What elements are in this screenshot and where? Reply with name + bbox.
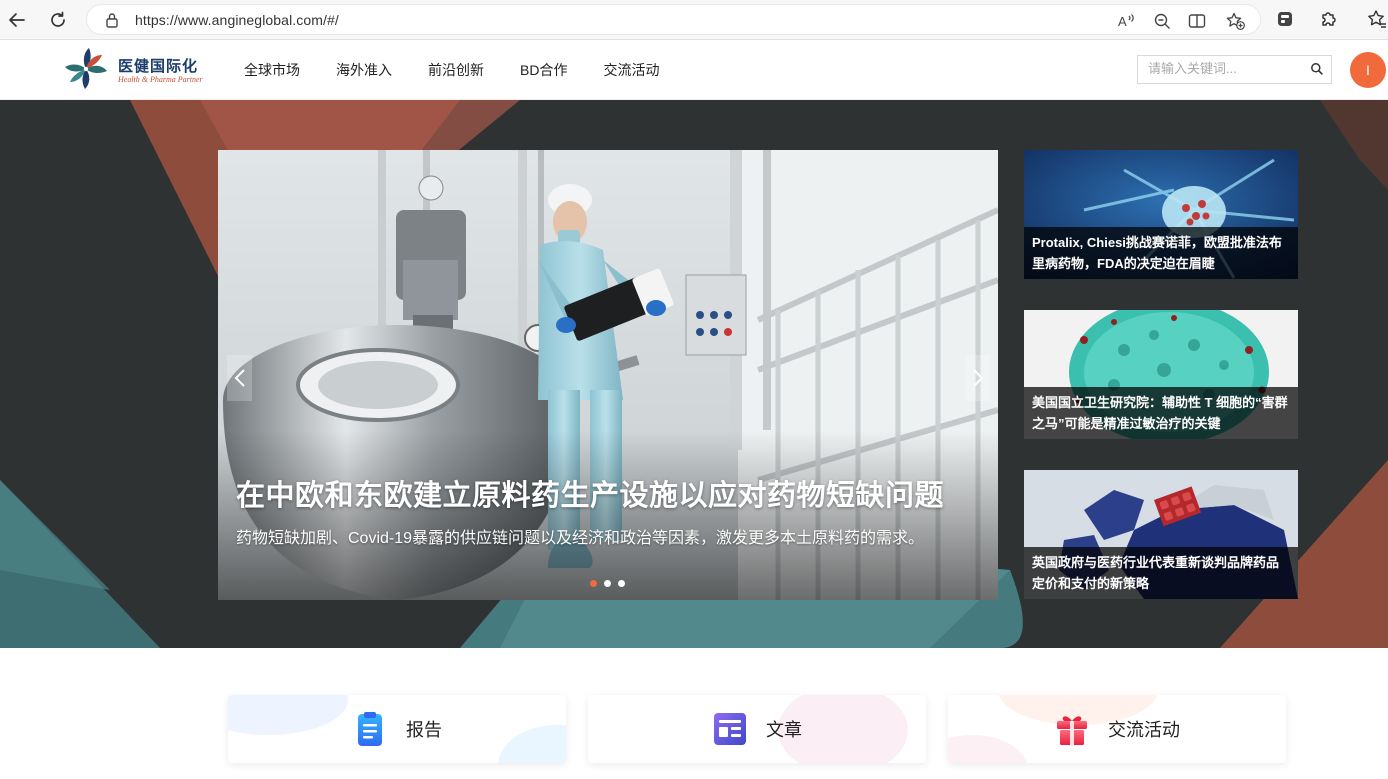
- article-icon: [714, 713, 746, 745]
- category-card-events[interactable]: 交流活动: [948, 695, 1286, 763]
- read-aloud-icon: A: [1118, 14, 1134, 29]
- chevron-right-icon: [972, 369, 983, 387]
- carousel-dots: [590, 580, 625, 587]
- lock-icon: [106, 13, 118, 28]
- collections-button[interactable]: [1274, 8, 1296, 30]
- side-news-title-3: 英国政府与医药行业代表重新谈判品牌药品定价和支付的新策略: [1024, 547, 1298, 599]
- nav-overseas-access[interactable]: 海外准入: [318, 40, 410, 100]
- favorites-star-icon: [1368, 10, 1386, 28]
- side-news-title-2: 美国国立卫生研究院：辅助性 T 细胞的“害群之马”可能是精准过敏治疗的关键: [1024, 387, 1298, 439]
- back-button[interactable]: [4, 7, 30, 33]
- search-box: [1137, 55, 1332, 84]
- hero-section: 在中欧和东欧建立原料药生产设施以应对药物短缺问题 药物短缺加剧、Covid-19…: [0, 100, 1388, 648]
- read-aloud-button[interactable]: A: [1117, 11, 1137, 31]
- site-header: 医健国际化 Health & Pharma Partner 全球市场 海外准入 …: [0, 40, 1388, 100]
- address-bar[interactable]: https://www.angineglobal.com/#/ A: [86, 4, 1261, 35]
- back-arrow-icon: [9, 13, 25, 27]
- refresh-icon: [51, 11, 65, 27]
- category-label-articles: 文章: [766, 720, 802, 740]
- slide-overlay: [218, 430, 998, 600]
- clipboard-icon: [358, 712, 382, 746]
- chevron-left-icon: [234, 369, 245, 387]
- side-news-card-3[interactable]: 英国政府与医药行业代表重新谈判品牌药品定价和支付的新策略: [1024, 470, 1298, 599]
- side-news-card-2[interactable]: 美国国立卫生研究院：辅助性 T 细胞的“害群之马”可能是精准过敏治疗的关键: [1024, 310, 1298, 439]
- pinwheel-logo-icon: [65, 48, 107, 89]
- search-icon[interactable]: [1310, 62, 1324, 76]
- category-label-reports: 报告: [406, 720, 442, 740]
- puzzle-icon: [1322, 12, 1336, 26]
- star-add-icon: [1226, 12, 1245, 30]
- side-news-title-1: Protalix, Chiesi挑战赛诺菲，欧盟批准法布里病药物，FDA的决定迫…: [1024, 227, 1298, 279]
- card-decoration: [228, 695, 348, 735]
- carousel-dot-2[interactable]: [604, 580, 611, 587]
- split-screen-icon: [1188, 14, 1206, 28]
- user-avatar[interactable]: I: [1350, 52, 1386, 88]
- slide-title[interactable]: 在中欧和东欧建立原料药生产设施以应对药物短缺问题: [236, 472, 944, 514]
- category-card-articles[interactable]: 文章: [588, 695, 926, 763]
- main-navigation: 全球市场 海外准入 前沿创新 BD合作 交流活动: [226, 40, 677, 100]
- split-screen-button[interactable]: [1187, 11, 1207, 31]
- svg-text:A: A: [1118, 14, 1127, 29]
- browser-toolbar: https://www.angineglobal.com/#/ A: [0, 0, 1388, 40]
- carousel-dot-1[interactable]: [590, 580, 597, 587]
- nav-global-market[interactable]: 全球市场: [226, 40, 318, 100]
- zoom-out-icon: [1154, 13, 1170, 29]
- nav-frontier-innovation[interactable]: 前沿创新: [410, 40, 502, 100]
- zoom-button[interactable]: [1152, 11, 1172, 31]
- search-input[interactable]: [1148, 61, 1308, 76]
- card-decoration: [498, 725, 566, 763]
- carousel-prev-button[interactable]: [227, 355, 252, 401]
- nav-bd-cooperation[interactable]: BD合作: [502, 40, 585, 100]
- extensions-button[interactable]: [1318, 8, 1340, 30]
- collections-icon: [1278, 12, 1292, 26]
- favorites-button[interactable]: [1366, 8, 1388, 30]
- nav-events[interactable]: 交流活动: [585, 40, 677, 100]
- logo-chinese-text: 医健国际化: [118, 57, 199, 75]
- category-card-reports[interactable]: 报告: [228, 695, 566, 763]
- carousel-next-button[interactable]: [965, 355, 990, 401]
- logo-english-text: Health & Pharma Partner: [118, 75, 203, 84]
- url-text: https://www.angineglobal.com/#/: [135, 12, 339, 28]
- carousel-dot-3[interactable]: [618, 580, 625, 587]
- card-decoration: [948, 735, 1028, 763]
- slide-description: 药物短缺加剧、Covid-19暴露的供应链问题以及经济和政治等因素，激发更多本土…: [236, 530, 925, 547]
- refresh-button[interactable]: [45, 7, 71, 33]
- favorite-add-button[interactable]: [1225, 11, 1245, 31]
- side-news-card-1[interactable]: Protalix, Chiesi挑战赛诺菲，欧盟批准法布里病药物，FDA的决定迫…: [1024, 150, 1298, 279]
- site-logo[interactable]: 医健国际化 Health & Pharma Partner: [62, 46, 212, 92]
- category-label-events: 交流活动: [1108, 720, 1180, 740]
- hero-carousel[interactable]: 在中欧和东欧建立原料药生产设施以应对药物短缺问题 药物短缺加剧、Covid-19…: [218, 150, 998, 600]
- gift-icon: [1057, 716, 1087, 745]
